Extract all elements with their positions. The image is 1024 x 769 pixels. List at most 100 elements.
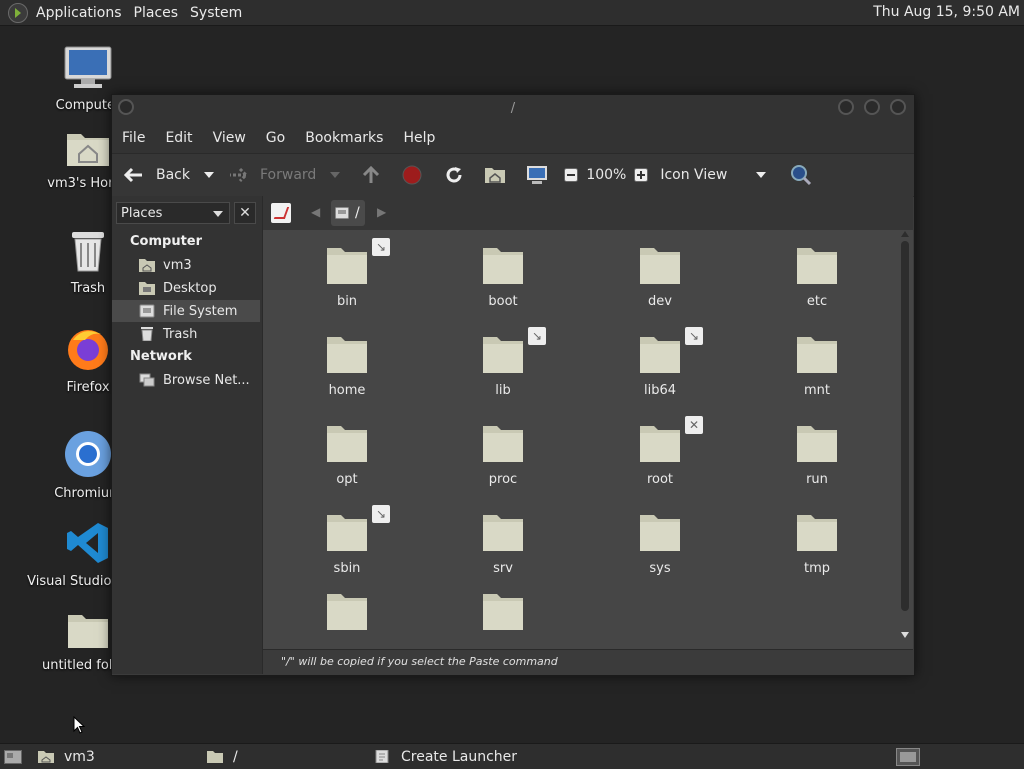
zoom-in-button[interactable] — [634, 168, 649, 182]
up-button[interactable] — [362, 166, 380, 184]
folder-item[interactable]: ↘ bin — [297, 238, 397, 309]
folder-label: etc — [806, 294, 828, 309]
taskbar-item-label: Create Launcher — [401, 748, 518, 765]
view-mode-dropdown[interactable] — [756, 172, 767, 178]
zoom-out-icon — [564, 168, 579, 182]
folder-icon — [482, 246, 524, 286]
back-history-dropdown[interactable] — [204, 172, 214, 178]
workspace-icon — [896, 747, 920, 766]
reload-button[interactable] — [444, 165, 464, 185]
path-button-root[interactable]: / — [331, 200, 365, 226]
path-scroll-right-icon[interactable]: ▶ — [377, 205, 386, 219]
sidebar-item-browse-network[interactable]: Browse Net... — [112, 369, 260, 391]
zoom-out-button[interactable] — [564, 168, 579, 182]
show-desktop-icon — [4, 749, 22, 764]
icon-view: ↘ bin boot dev etc home ↘ lib ↘ lib64 mnt opt proc ✕ r… — [263, 230, 913, 649]
scroll-up-icon[interactable] — [901, 231, 909, 237]
folder-item[interactable]: ↘ lib — [453, 327, 553, 398]
taskbar-item-label: vm3 — [64, 748, 95, 765]
close-sidebar-button[interactable]: ✕ — [234, 202, 256, 224]
taskbar-item-root[interactable]: / — [207, 746, 367, 767]
taskbar-item-create-launcher[interactable]: Create Launcher — [375, 746, 575, 767]
stop-button[interactable] — [402, 165, 422, 185]
symlink-emblem-icon: ↘ — [685, 327, 703, 345]
trash-icon — [141, 327, 153, 341]
menu-view[interactable]: View — [203, 130, 256, 146]
folder-label: sys — [649, 561, 671, 576]
search-button[interactable] — [790, 164, 812, 186]
chevron-down-icon — [756, 172, 767, 178]
menu-edit[interactable]: Edit — [155, 130, 202, 146]
folder-item[interactable]: dev — [610, 246, 710, 309]
folder-item[interactable] — [453, 592, 553, 640]
folder-item[interactable]: ↘ sbin — [297, 505, 397, 576]
folder-item[interactable]: proc — [453, 424, 553, 487]
chevron-down-icon — [330, 172, 341, 178]
folder-item[interactable]: srv — [453, 513, 553, 576]
sidebar-item-trash[interactable]: Trash — [112, 323, 260, 345]
taskbar-item-label: / — [233, 748, 238, 765]
folder-item[interactable]: opt — [297, 424, 397, 487]
forward-history-dropdown[interactable] — [330, 172, 341, 178]
edit-location-button[interactable] — [271, 203, 291, 223]
folder-item[interactable]: etc — [767, 246, 867, 309]
sidebar-type-select[interactable]: Places — [116, 202, 230, 224]
home-folder-icon — [139, 259, 155, 272]
folder-icon — [207, 751, 223, 763]
forward-button[interactable]: Forward — [228, 165, 316, 185]
folder-item[interactable]: sys — [610, 513, 710, 576]
computer-button[interactable] — [526, 165, 548, 185]
folder-label: sbin — [333, 561, 361, 576]
folder-item[interactable]: run — [767, 424, 867, 487]
folder-label: lib — [495, 383, 511, 398]
forward-label: Forward — [260, 167, 317, 183]
sidebar-item-desktop[interactable]: Desktop — [112, 277, 260, 299]
sidebar-header-computer: Computer — [130, 234, 203, 249]
menu-file[interactable]: File — [112, 130, 155, 146]
close-button[interactable] — [890, 99, 906, 115]
folder-item[interactable]: ✕ root — [610, 416, 710, 487]
folder-icon: ✕ — [639, 416, 703, 464]
clock[interactable]: Thu Aug 15, 9:50 AM — [873, 4, 1020, 20]
back-arrow-icon — [124, 165, 144, 185]
scrollbar-thumb[interactable] — [901, 241, 909, 611]
mint-logo-icon[interactable] — [8, 2, 28, 23]
symlink-emblem-icon: ↘ — [528, 327, 546, 345]
view-mode-select[interactable]: Icon View — [660, 167, 752, 183]
workspace-switcher[interactable] — [896, 746, 920, 767]
menu-bookmarks[interactable]: Bookmarks — [295, 130, 393, 146]
menu-help[interactable]: Help — [393, 130, 445, 146]
folder-item[interactable]: tmp — [767, 513, 867, 576]
zoom-level[interactable]: 100% — [586, 167, 626, 183]
menu-go[interactable]: Go — [256, 130, 295, 146]
folder-icon — [796, 513, 838, 553]
minimize-button[interactable] — [838, 99, 854, 115]
folder-icon — [796, 424, 838, 464]
sidebar-item-file-system[interactable]: File System — [112, 300, 260, 322]
taskbar-item-vm3[interactable]: vm3 — [38, 746, 198, 767]
home-button[interactable] — [484, 166, 506, 184]
folder-item[interactable]: mnt — [767, 335, 867, 398]
symlink-emblem-icon: ↘ — [372, 505, 390, 523]
show-desktop-button[interactable] — [4, 746, 22, 767]
applications-menu[interactable]: Applications — [30, 5, 128, 21]
folder-icon — [482, 424, 524, 464]
folder-item[interactable]: ↘ lib64 — [610, 327, 710, 398]
folder-item[interactable]: home — [297, 335, 397, 398]
home-folder-icon — [485, 168, 506, 183]
back-button[interactable]: Back — [124, 165, 190, 185]
path-scroll-left-icon[interactable]: ◀ — [311, 205, 320, 219]
folder-label: srv — [493, 561, 513, 576]
system-menu[interactable]: System — [184, 5, 248, 21]
vertical-scrollbar[interactable] — [899, 231, 911, 647]
home-folder-icon — [38, 751, 54, 763]
scroll-down-icon[interactable] — [901, 632, 909, 638]
folder-item[interactable]: boot — [453, 246, 553, 309]
places-menu[interactable]: Places — [128, 5, 185, 21]
back-label: Back — [156, 167, 190, 183]
window-titlebar[interactable]: / — [112, 95, 914, 123]
folder-icon — [482, 513, 524, 553]
maximize-button[interactable] — [864, 99, 880, 115]
sidebar-item-vm3[interactable]: vm3 — [112, 254, 260, 276]
folder-item[interactable] — [297, 592, 397, 640]
